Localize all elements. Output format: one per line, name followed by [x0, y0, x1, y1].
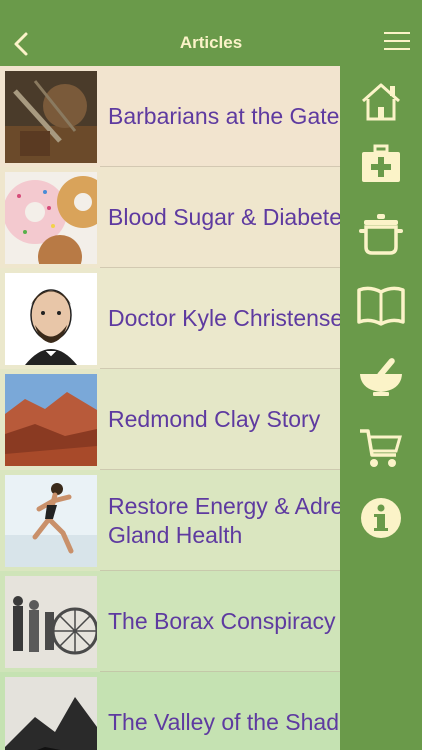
side-menu-recipes[interactable] — [340, 199, 422, 269]
book-icon — [357, 286, 405, 326]
side-menu-shop[interactable] — [340, 413, 422, 483]
article-thumbnail — [5, 576, 97, 668]
info-icon — [361, 498, 401, 538]
article-title: The Valley of the Shadow — [108, 672, 368, 750]
article-title: Doctor Kyle Christensen — [108, 268, 356, 369]
article-title: The Borax Conspiracy — [108, 571, 336, 672]
home-icon — [362, 83, 400, 121]
side-menu-remedies[interactable] — [340, 341, 422, 411]
article-thumbnail — [5, 677, 97, 750]
article-title-line: Redmond Clay Story — [108, 406, 321, 432]
cooking-pot-icon — [359, 214, 403, 255]
article-title: Blood Sugar & Diabetes — [108, 167, 354, 268]
cart-icon — [360, 429, 402, 467]
article-title: Redmond Clay Story — [108, 369, 320, 470]
side-menu-first-aid[interactable] — [340, 129, 422, 199]
article-title-line: Doctor Kyle Christensen — [108, 305, 356, 331]
article-thumbnail — [5, 374, 97, 466]
article-title-line: The Valley of the Shadow — [108, 709, 369, 735]
side-menu-home[interactable] — [340, 66, 422, 136]
article-title-line: The Borax Conspiracy — [108, 608, 336, 634]
article-title-line: Restore Energy & Adrenal — [108, 492, 374, 519]
article-thumbnail — [5, 172, 97, 264]
article-thumbnail — [5, 273, 97, 365]
article-title-line: Gland Health — [108, 521, 243, 548]
article-title-line: Blood Sugar & Diabetes — [108, 204, 354, 230]
article-title-line: Barbarians at the Gate — [108, 103, 340, 129]
page-title: Articles — [179, 33, 243, 52]
article-thumbnail — [5, 475, 97, 567]
article-title: Restore Energy & Adrenal Gland Health — [108, 470, 374, 571]
article-thumbnail — [5, 71, 97, 163]
hamburger-menu-icon[interactable] — [384, 30, 410, 52]
mortar-pestle-icon — [360, 358, 402, 396]
side-menu — [340, 66, 422, 750]
first-aid-icon — [362, 144, 400, 182]
nav-bar: Articles — [0, 0, 422, 66]
side-menu-library[interactable] — [340, 271, 422, 341]
article-title: Barbarians at the Gate — [108, 66, 339, 167]
side-menu-info[interactable] — [340, 483, 422, 553]
